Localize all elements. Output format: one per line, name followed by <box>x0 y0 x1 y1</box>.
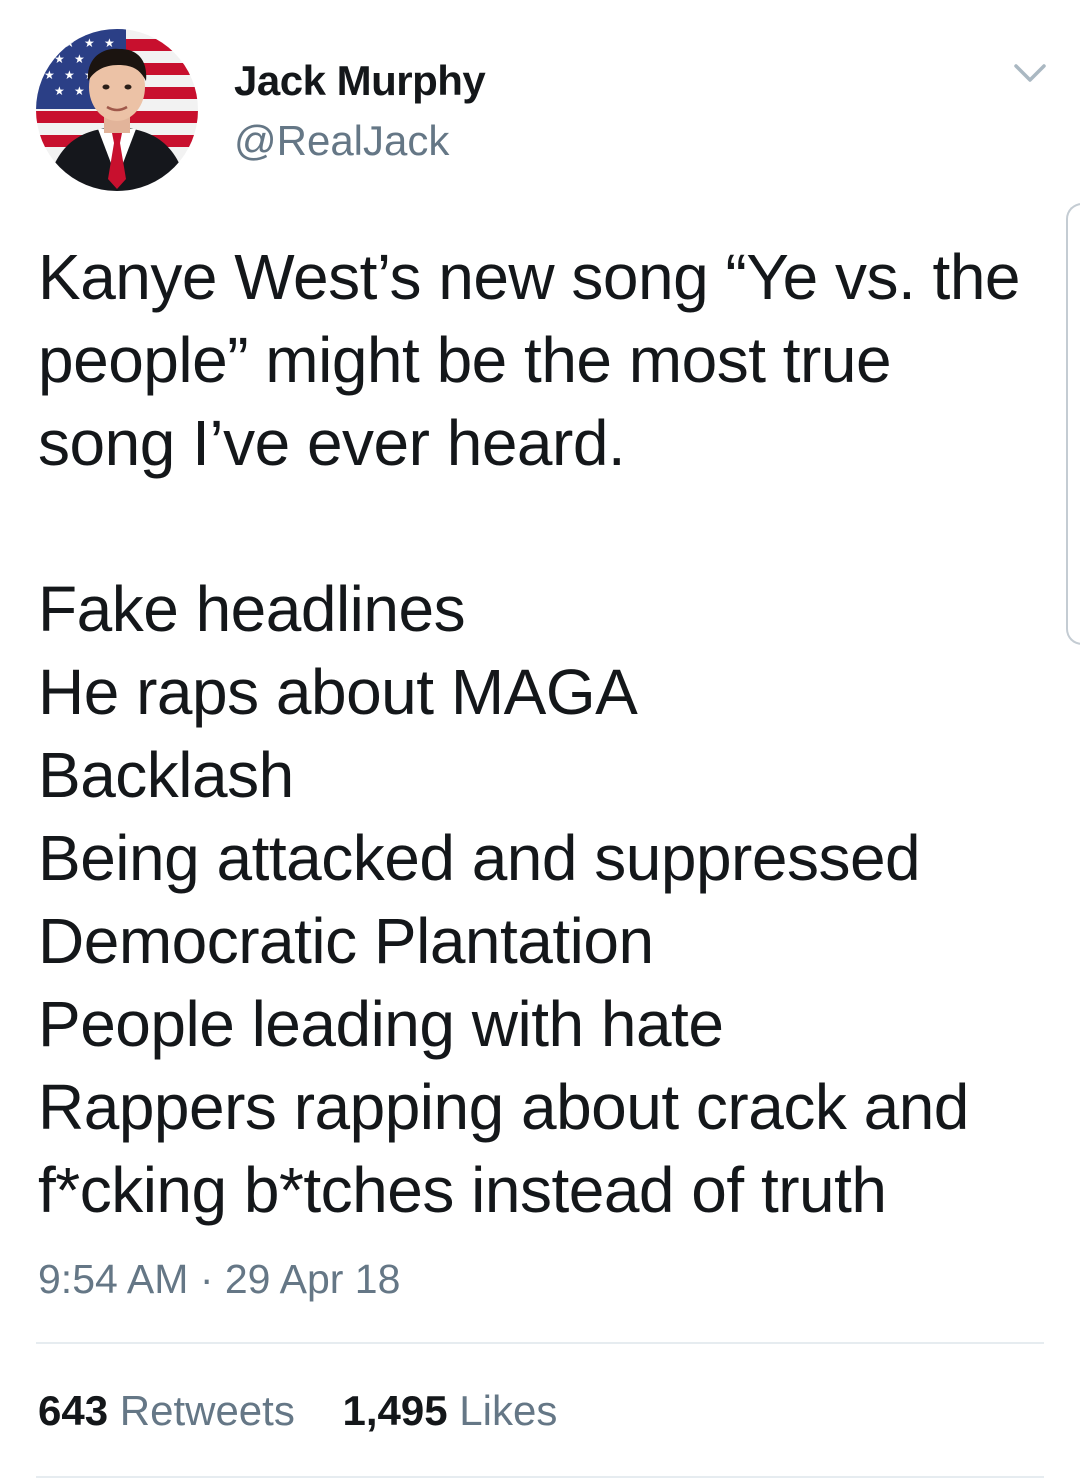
profile-photo-image: ★★★★ ★★★ ★★★★ ★★★ <box>36 29 198 191</box>
tweet-line: f*cking b*tches instead of truth <box>38 1154 887 1226</box>
svg-text:★: ★ <box>64 36 75 50</box>
likes-count: 1,495 <box>342 1387 448 1434</box>
tweet-line: He raps about MAGA <box>38 656 638 728</box>
divider <box>36 1342 1044 1344</box>
scrollbar-handle[interactable] <box>1066 203 1080 645</box>
tweet-line: Backlash <box>38 739 294 811</box>
tweet-stats: 643 Retweets 1,495 Likes <box>38 1386 593 1436</box>
svg-text:★: ★ <box>74 84 85 98</box>
svg-text:★: ★ <box>64 68 75 82</box>
likes-label: Likes <box>459 1387 558 1434</box>
tweet-line: song I’ve ever heard. <box>38 407 626 479</box>
tweet-detail: ★★★★ ★★★ ★★★★ ★★★ <box>0 0 1080 1481</box>
svg-text:★: ★ <box>44 68 55 82</box>
divider <box>36 1476 1044 1478</box>
chevron-down-icon[interactable] <box>1010 58 1050 88</box>
display-name[interactable]: Jack Murphy <box>234 56 486 106</box>
avatar[interactable]: ★★★★ ★★★ ★★★★ ★★★ <box>36 29 198 191</box>
tweet-line: People leading with hate <box>38 988 724 1060</box>
svg-text:★: ★ <box>84 36 95 50</box>
retweets-count: 643 <box>38 1387 109 1434</box>
user-handle[interactable]: @RealJack <box>234 116 449 166</box>
retweets-stat[interactable]: 643 Retweets <box>38 1386 295 1436</box>
retweets-label: Retweets <box>119 1387 295 1434</box>
tweet-line: people” might be the most true <box>38 324 892 396</box>
tweet-line: Fake headlines <box>38 573 466 645</box>
tweet-line: Rappers rapping about crack and <box>38 1071 969 1143</box>
svg-text:★: ★ <box>104 36 115 50</box>
tweet-text: Kanye West’s new song “Ye vs. the people… <box>38 236 1058 1232</box>
tweet-line: Kanye West’s new song “Ye vs. the <box>38 241 1021 313</box>
svg-text:★: ★ <box>74 52 85 66</box>
tweet-timestamp[interactable]: 9:54 AM · 29 Apr 18 <box>38 1254 400 1304</box>
tweet-line: Democratic Plantation <box>38 905 654 977</box>
svg-text:★: ★ <box>44 36 55 50</box>
tweet-line: Being attacked and suppressed <box>38 822 921 894</box>
svg-text:★: ★ <box>54 52 65 66</box>
likes-stat[interactable]: 1,495 Likes <box>343 1386 558 1436</box>
svg-text:★: ★ <box>54 84 65 98</box>
